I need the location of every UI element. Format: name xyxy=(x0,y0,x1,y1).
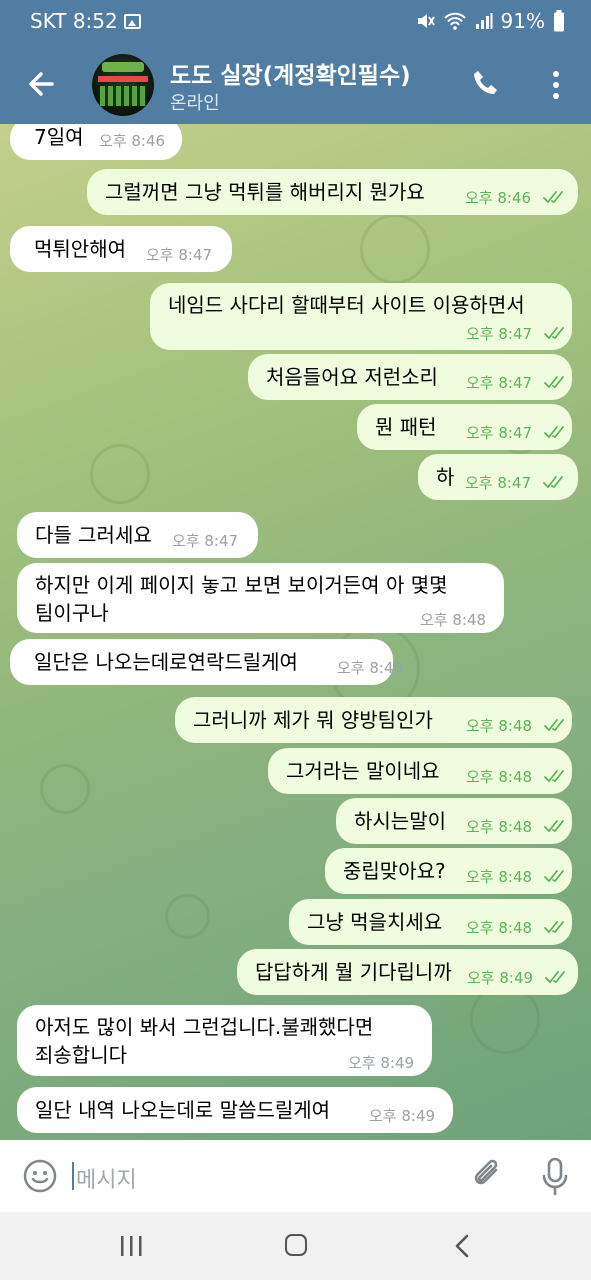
message-text: 그러니까 제가 뭐 양방팀인가 xyxy=(193,708,433,732)
incoming-message[interactable]: 일단 내역 나오는데로 말씀드릴게여 오후 8:49 xyxy=(17,1087,453,1133)
checkmark-icon xyxy=(544,327,564,340)
message-time: 오후 8:49 xyxy=(348,1054,415,1072)
checkmark-icon xyxy=(544,719,564,732)
message-text: 그거라는 말이네요 xyxy=(286,759,440,783)
status-time: SKT 8:52 xyxy=(30,9,118,33)
battery-percent: 91% xyxy=(500,9,545,33)
mute-icon xyxy=(417,14,435,28)
checkmark-icon xyxy=(544,376,564,389)
outgoing-message[interactable]: 하시는말이 오후 8:48 xyxy=(336,798,572,844)
gallery-icon xyxy=(123,13,141,29)
checkmark-icon xyxy=(544,921,564,934)
outgoing-message[interactable]: 그거라는 말이네요 오후 8:48 xyxy=(268,748,572,794)
message-time: 오후 8:47 xyxy=(146,246,213,264)
checkmark-icon xyxy=(544,870,564,883)
background-doodle xyxy=(40,764,90,814)
outgoing-message[interactable]: 하 오후 8:47 xyxy=(418,454,578,500)
checkmark-icon xyxy=(544,770,564,783)
message-time: 오후 8:48 xyxy=(466,919,533,937)
home-icon[interactable] xyxy=(285,1234,307,1256)
message-time: 오후 8:49 xyxy=(467,969,534,987)
wifi-icon xyxy=(443,12,466,30)
back-arrow-icon[interactable] xyxy=(22,64,62,104)
checkmark-icon xyxy=(543,476,563,489)
checkmark-icon xyxy=(545,971,565,984)
outgoing-message[interactable]: 처음들어요 저런소리 오후 8:47 xyxy=(248,354,572,400)
outgoing-message[interactable]: 중립맞아요? 오후 8:48 xyxy=(325,848,572,894)
message-text: 먹튀안해여 xyxy=(34,237,126,261)
message-time: 오후 8:48 xyxy=(466,717,533,735)
message-time: 오후 8:48 xyxy=(466,818,533,836)
message-text: 답답하게 뭘 기다립니까 xyxy=(255,960,452,984)
chat-title[interactable]: 도도 실장(계정확인필수) xyxy=(170,56,411,90)
message-time: 오후 8:47 xyxy=(466,424,533,442)
message-text: 뭔 패턴 xyxy=(375,415,437,439)
checkmark-icon xyxy=(544,820,564,833)
message-text: 하 xyxy=(436,465,455,489)
nav-back-icon[interactable] xyxy=(452,1233,472,1259)
message-time: 오후 8:46 xyxy=(99,132,166,150)
message-time: 오후 8:48 xyxy=(466,768,533,786)
battery-icon xyxy=(554,10,564,32)
outgoing-message[interactable]: 뭔 패턴 오후 8:47 xyxy=(357,404,572,450)
message-text: 하지만 이게 페이지 놓고 보면 보이거든여 아 몇몇 xyxy=(35,573,448,597)
incoming-message[interactable]: 일단은 나오는데로연락드릴게여 오후 8:48 xyxy=(10,639,403,685)
outgoing-message[interactable]: 그럴꺼면 그냥 먹튀를 해버리지 뭔가요 오후 8:46 xyxy=(87,169,578,215)
message-time: 오후 8:47 xyxy=(172,532,239,550)
incoming-message[interactable]: 먹튀안해여 오후 8:47 xyxy=(10,226,232,272)
status-bar: SKT 8:52 91% xyxy=(0,0,591,44)
recent-apps-icon[interactable] xyxy=(118,1234,144,1258)
message-time: 오후 8:48 xyxy=(420,611,487,629)
message-time: 오후 8:47 xyxy=(465,474,532,492)
message-time: 오후 8:48 xyxy=(466,868,533,886)
message-time: 오후 8:48 xyxy=(337,659,404,677)
message-text: 일단은 나오는데로연락드릴게여 xyxy=(34,650,298,674)
avatar[interactable] xyxy=(92,54,154,116)
mic-icon[interactable] xyxy=(538,1156,572,1198)
message-text: 일단 내역 나오는데로 말씀드릴게여 xyxy=(35,1098,331,1122)
message-time: 오후 8:47 xyxy=(466,325,533,343)
incoming-message[interactable]: 다들 그러세요 오후 8:47 xyxy=(17,512,258,558)
message-text: 아저도 많이 봐서 그런겁니다.불쾌했다면 xyxy=(35,1015,374,1039)
message-text-line2: 팀이구나 xyxy=(35,601,109,625)
message-text: 그냥 먹을치세요 xyxy=(307,910,443,934)
phone-icon[interactable] xyxy=(470,68,502,100)
message-text: 네임드 사다리 할때부터 사이트 이용하면서 xyxy=(168,293,525,317)
outgoing-message[interactable]: 네임드 사다리 할때부터 사이트 이용하면서오후 8:47 xyxy=(150,283,572,350)
message-text: 하시는말이 xyxy=(354,809,446,833)
emoji-icon[interactable] xyxy=(22,1158,58,1194)
message-time: 오후 8:46 xyxy=(465,189,532,207)
signal-icon xyxy=(475,13,493,29)
background-doodle xyxy=(360,214,430,284)
outgoing-message[interactable]: 답답하게 뭘 기다립니까 오후 8:49 xyxy=(237,949,578,995)
message-text: 7일여 xyxy=(34,125,84,149)
incoming-message[interactable]: 하지만 이게 페이지 놓고 보면 보이거든여 아 몇몇팀이구나 오후 8:48 xyxy=(17,563,504,633)
online-status: 온라인 xyxy=(170,93,220,114)
message-text-line2: 죄송합니다 xyxy=(35,1043,127,1067)
incoming-message[interactable]: 7일여 오후 8:46 xyxy=(10,124,182,160)
more-vert-icon[interactable] xyxy=(546,68,566,102)
background-doodle xyxy=(165,894,210,939)
message-time: 오후 8:49 xyxy=(369,1107,436,1125)
incoming-message[interactable]: 아저도 많이 봐서 그런겁니다.불쾌했다면죄송합니다 오후 8:49 xyxy=(17,1005,432,1076)
message-input[interactable]: 메시지 xyxy=(76,1162,137,1194)
checkmark-icon xyxy=(543,191,563,204)
outgoing-message[interactable]: 그냥 먹을치세요 오후 8:48 xyxy=(289,899,572,945)
text-cursor xyxy=(72,1162,74,1190)
message-list[interactable]: 7일여 오후 8:46 그럴꺼면 그냥 먹튀를 해버리지 뭔가요 오후 8:46 먹튀안… xyxy=(0,124,591,1140)
message-time: 오후 8:47 xyxy=(466,374,533,392)
chat-header: 도도 실장(계정확인필수) 온라인 xyxy=(0,44,591,124)
message-text: 그럴꺼면 그냥 먹튀를 해버리지 뭔가요 xyxy=(105,180,425,204)
message-text: 중립맞아요? xyxy=(343,859,446,883)
message-input-bar: 메시지 xyxy=(0,1140,591,1212)
background-doodle xyxy=(90,444,150,504)
message-text: 다들 그러세요 xyxy=(35,523,152,547)
message-text: 처음들어요 저런소리 xyxy=(266,365,438,389)
system-nav-bar xyxy=(0,1212,591,1280)
outgoing-message[interactable]: 그러니까 제가 뭐 양방팀인가 오후 8:48 xyxy=(175,697,572,743)
attach-icon[interactable] xyxy=(470,1156,506,1196)
checkmark-icon xyxy=(544,426,564,439)
